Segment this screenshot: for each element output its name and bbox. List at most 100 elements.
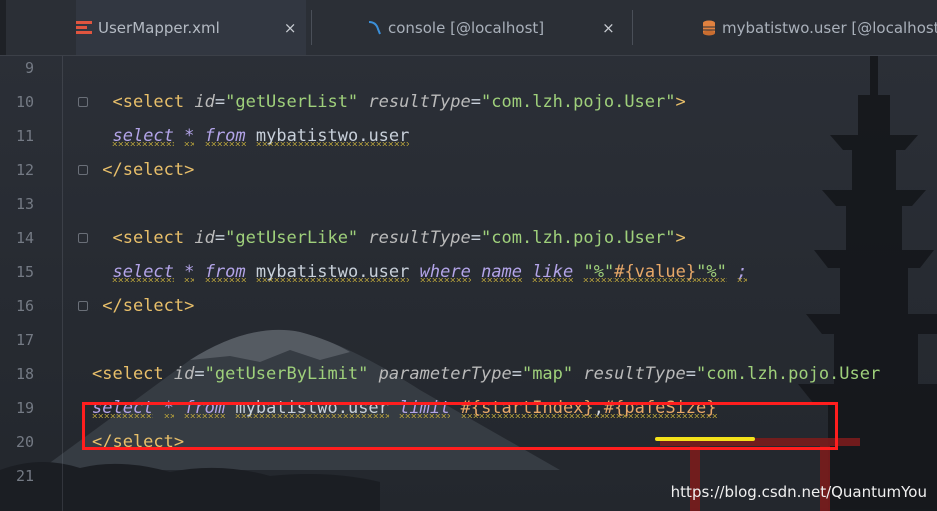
tab-close-icon[interactable]: × xyxy=(602,19,615,37)
code-token: "getUserByLimit" xyxy=(204,364,369,384)
code-text: select * from mybatistwo.user where name… xyxy=(92,255,748,289)
tab-separator xyxy=(632,10,633,45)
code-line[interactable]: 18 <select id="getUserByLimit" parameterT… xyxy=(0,357,937,391)
code-text: select * from mybatistwo.user xyxy=(92,119,410,153)
tab-label: UserMapper.xml xyxy=(98,18,220,37)
code-token: "getUserLike" xyxy=(225,228,359,248)
watermark-text: https://blog.csdn.net/QuantumYou xyxy=(670,483,927,501)
fold-marker-icon[interactable] xyxy=(78,165,88,175)
code-token: parameterType xyxy=(378,364,512,384)
code-token: select xyxy=(112,262,174,282)
code-line[interactable]: 9 xyxy=(0,51,937,85)
editor-tab-bar: UserMapper.xml × console [@localhost] × … xyxy=(0,0,937,56)
code-text: <select id="getUserList" resultType="com… xyxy=(92,85,686,119)
code-token: select xyxy=(112,126,174,146)
code-token: id xyxy=(194,92,215,112)
code-token: = xyxy=(685,364,696,384)
code-token: "com.lzh.pojo.User" xyxy=(481,92,676,112)
code-text: </select> xyxy=(92,289,194,323)
code-token: = xyxy=(511,364,522,384)
tab-console[interactable]: console [@localhost] × xyxy=(366,0,616,55)
code-token: resultType xyxy=(368,228,471,248)
line-number: 18 xyxy=(15,365,34,383)
fold-marker-icon[interactable] xyxy=(78,97,88,107)
code-line[interactable]: 12 </select> xyxy=(0,153,937,187)
code-token: = xyxy=(470,92,482,112)
database-table-icon xyxy=(702,20,716,36)
code-token: = xyxy=(214,228,226,248)
tab-label: console [@localhost] xyxy=(388,18,545,37)
fold-marker-icon[interactable] xyxy=(78,301,88,311)
code-token: = xyxy=(214,92,226,112)
line-number: 16 xyxy=(15,297,34,315)
xml-mapper-icon xyxy=(76,20,92,36)
code-line[interactable]: 10 <select id="getUserList" resultType="… xyxy=(0,85,937,119)
code-text: </select> xyxy=(92,153,194,187)
code-token: > xyxy=(675,92,686,112)
code-token: </select> xyxy=(102,296,195,316)
code-token: = xyxy=(470,228,482,248)
code-token: "com.lzh.pojo.User xyxy=(696,364,881,384)
tab-usermapper-xml[interactable]: UserMapper.xml × xyxy=(76,0,306,55)
code-token: from xyxy=(204,126,246,146)
code-token: "map" xyxy=(521,364,574,384)
code-line[interactable]: 16 </select> xyxy=(0,289,937,323)
code-token: mybatistwo.user xyxy=(255,126,410,146)
tab-label: mybatistwo.user [@localhost] xyxy=(722,18,937,37)
code-token: resultType xyxy=(583,364,686,384)
annotation-underline xyxy=(655,437,755,441)
code-token: like xyxy=(532,262,574,282)
code-token: id xyxy=(194,228,215,248)
line-number: 19 xyxy=(15,399,34,417)
tab-close-icon[interactable]: × xyxy=(284,19,297,37)
line-number: 9 xyxy=(24,59,34,77)
code-token: resultType xyxy=(368,92,471,112)
code-token: > xyxy=(675,228,686,248)
code-token: "getUserList" xyxy=(225,92,359,112)
code-text: <select id="getUserByLimit" parameterTyp… xyxy=(92,357,880,391)
code-token: </select> xyxy=(102,160,195,180)
code-line[interactable]: 17 xyxy=(0,323,937,357)
code-token: from xyxy=(204,262,246,282)
code-token: * xyxy=(184,126,195,146)
code-token: * xyxy=(184,262,195,282)
code-token: = xyxy=(194,364,205,384)
code-token: id xyxy=(173,364,195,384)
line-number: 14 xyxy=(15,229,34,247)
code-text: <select id="getUserLike" resultType="com… xyxy=(92,221,686,255)
code-line[interactable]: 15 select * from mybatistwo.user where n… xyxy=(0,255,937,289)
code-line[interactable]: 11 select * from mybatistwo.user xyxy=(0,119,937,153)
code-line[interactable]: 14 <select id="getUserLike" resultType="… xyxy=(0,221,937,255)
code-line[interactable]: 13 xyxy=(0,187,937,221)
line-number: 17 xyxy=(15,331,34,349)
code-token: #{value} xyxy=(614,262,697,282)
code-token: <select xyxy=(92,364,174,384)
code-token: where xyxy=(419,262,471,282)
code-token: <select xyxy=(112,228,195,248)
tab-mybatistwo-user[interactable]: mybatistwo.user [@localhost] xyxy=(702,0,937,55)
line-number: 10 xyxy=(15,93,34,111)
fold-marker-icon[interactable] xyxy=(78,233,88,243)
annotation-highlight-box xyxy=(82,402,838,450)
code-token: name xyxy=(481,262,523,282)
code-token: "%" xyxy=(583,262,615,282)
line-number: 15 xyxy=(15,263,34,281)
line-number: 13 xyxy=(15,195,34,213)
